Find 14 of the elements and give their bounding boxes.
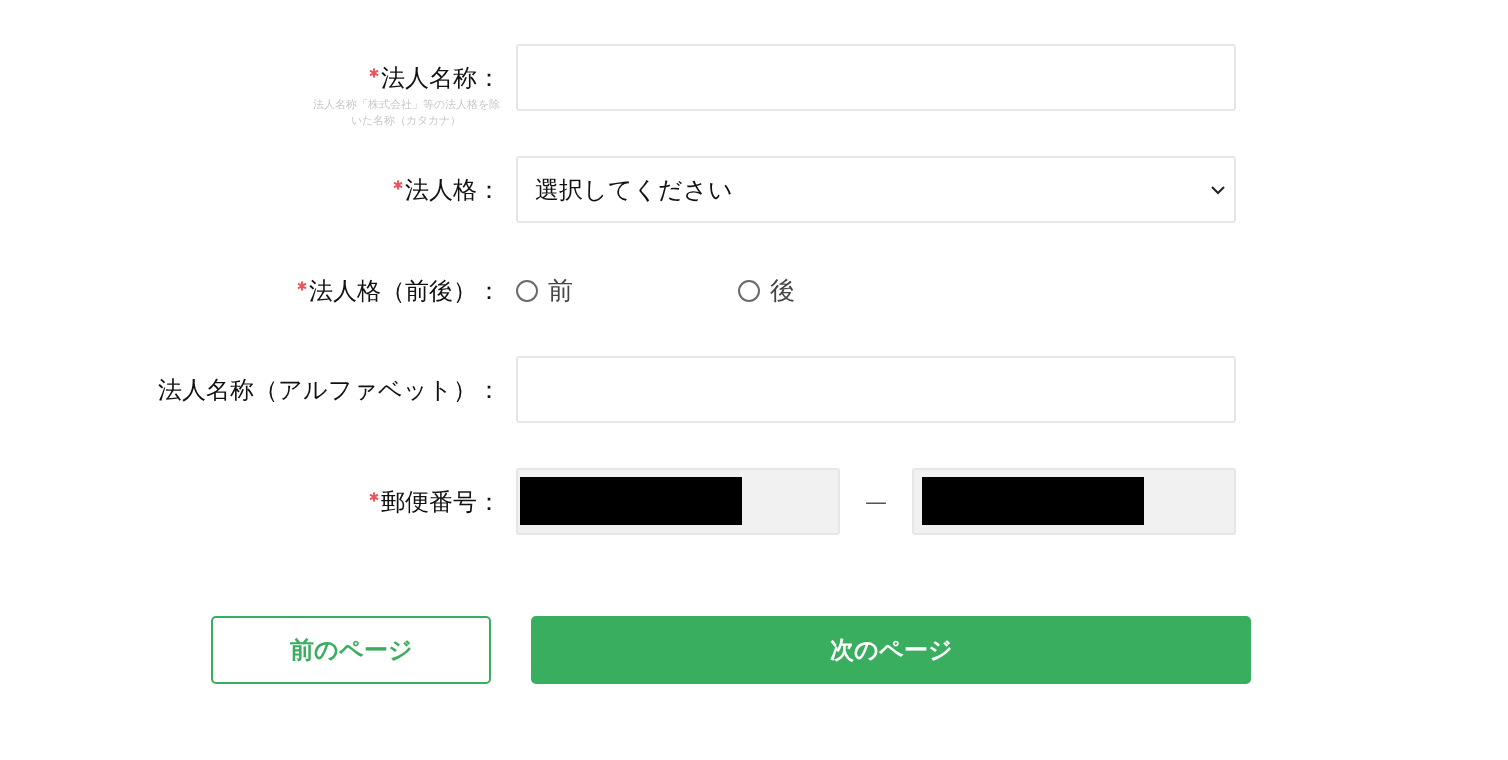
select-dropdown[interactable]: 選択してください — [516, 156, 1236, 223]
separator-dash: — — [864, 489, 888, 514]
radio-option[interactable]: 前 — [516, 274, 738, 307]
field-label: 法人格： — [405, 174, 501, 206]
chevron-down-icon — [1210, 184, 1226, 195]
input-field[interactable] — [516, 356, 1236, 423]
field-label: 郵便番号： — [381, 486, 501, 518]
field-label: 法人名称： — [381, 62, 501, 94]
input-field[interactable] — [516, 44, 1236, 111]
field-label: 法人格（前後）： — [309, 275, 501, 307]
radio-button[interactable] — [516, 279, 538, 302]
radio-button[interactable] — [738, 279, 760, 302]
field-label: 法人名称（アルファベット）： — [158, 374, 501, 406]
radio-option[interactable]: 後 — [738, 274, 960, 307]
